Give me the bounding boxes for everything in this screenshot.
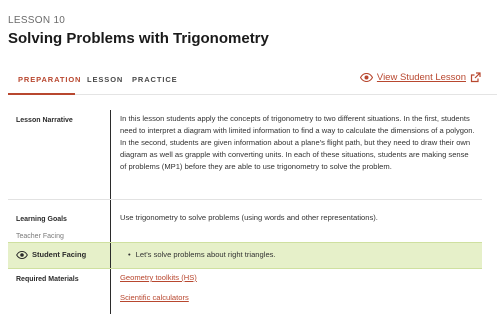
lesson-preparation-table: Lesson Narrative In this lesson students…	[8, 95, 482, 314]
column-divider	[110, 200, 111, 242]
lesson-narrative-label: Lesson Narrative	[16, 117, 73, 124]
material-link-geometry-toolkits[interactable]: Geometry toolkits (HS)	[120, 273, 197, 282]
external-link-icon	[470, 72, 481, 83]
learning-goals-row: Learning Goals Teacher Facing Use trigon…	[8, 200, 482, 242]
tab-practice[interactable]: PRACTICE	[132, 75, 178, 84]
student-facing-item: Let's solve problems about right triangl…	[128, 249, 476, 261]
student-facing-row: Student Facing Let's solve problems abou…	[8, 242, 482, 269]
required-materials-label: Required Materials	[16, 276, 79, 283]
column-divider	[110, 110, 111, 199]
lesson-narrative-text: In this lesson students apply the concep…	[120, 114, 475, 171]
learning-goals-text: Use trigonometry to solve problems (usin…	[120, 213, 378, 222]
lesson-number: LESSON 10	[8, 15, 66, 26]
view-student-lesson-label: View Student Lesson	[376, 72, 466, 83]
eye-icon	[16, 250, 28, 259]
materials-list: Geometry toolkits (HS) Scientific calcul…	[120, 272, 476, 304]
tab-preparation[interactable]: PREPARATION	[18, 75, 81, 84]
teacher-facing-label: Teacher Facing	[16, 233, 64, 240]
material-link-scientific-calculators[interactable]: Scientific calculators	[120, 293, 189, 302]
tab-bar: PREPARATION LESSON PRACTICE View Student…	[8, 68, 497, 95]
column-divider	[110, 269, 111, 314]
view-student-lesson-link[interactable]: View Student Lesson	[359, 72, 481, 83]
page-title: Solving Problems with Trigonometry	[8, 30, 269, 47]
student-facing-label-group: Student Facing	[16, 250, 86, 259]
required-materials-row: Required Materials Geometry toolkits (HS…	[8, 269, 482, 314]
learning-goals-label: Learning Goals	[16, 216, 67, 223]
eye-icon	[359, 73, 373, 82]
lesson-narrative-row: Lesson Narrative In this lesson students…	[8, 95, 482, 200]
student-facing-label: Student Facing	[32, 250, 87, 259]
column-divider	[110, 243, 111, 268]
tab-lesson[interactable]: LESSON	[87, 75, 123, 84]
